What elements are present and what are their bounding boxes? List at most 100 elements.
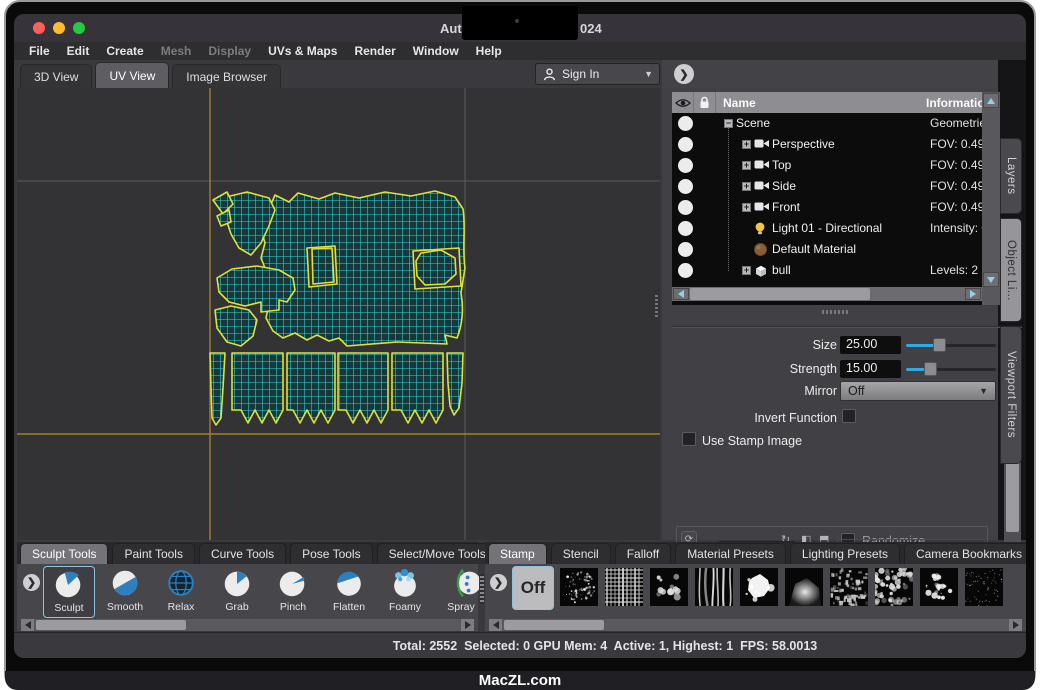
- tool-tray-scrollbar[interactable]: [21, 619, 474, 631]
- slider-thumb[interactable]: [924, 362, 937, 376]
- tool-flatten[interactable]: Flatten: [323, 566, 375, 618]
- scroll-left-button[interactable]: [673, 288, 689, 300]
- tray-tab-stencil[interactable]: Stencil: [551, 543, 611, 564]
- table-row[interactable]: +FrontFOV: 0.49: [672, 197, 982, 218]
- tab-3d-view[interactable]: 3D View: [20, 64, 92, 88]
- menu-create[interactable]: Create: [106, 44, 143, 58]
- menu-display[interactable]: Display: [208, 44, 251, 58]
- tray-tab-paint-tools[interactable]: Paint Tools: [112, 543, 194, 564]
- tray-tab-sculpt-tools[interactable]: Sculpt Tools: [20, 543, 108, 564]
- size-slider[interactable]: [906, 336, 996, 354]
- splitter-dots-handle[interactable]: [822, 310, 848, 314]
- mirror-dropdown[interactable]: Off ▼: [840, 381, 996, 401]
- menu-mesh[interactable]: Mesh: [161, 44, 192, 58]
- tray-tab-curve-tools[interactable]: Curve Tools: [199, 543, 286, 564]
- scroll-right-button[interactable]: [461, 619, 474, 631]
- expand-toggle[interactable]: +: [742, 266, 751, 275]
- table-row[interactable]: +PerspectiveFOV: 0.49: [672, 134, 982, 155]
- sign-in-button[interactable]: Sign In ▼: [535, 63, 660, 85]
- stamp-scatter-dots[interactable]: [650, 568, 688, 606]
- table-row[interactable]: +TopFOV: 0.49: [672, 155, 982, 176]
- expand-toggle[interactable]: +: [742, 161, 751, 170]
- strength-value-field[interactable]: 15.00: [840, 360, 901, 378]
- tool-relax[interactable]: Relax: [155, 566, 207, 618]
- expand-toggle[interactable]: +: [742, 140, 751, 149]
- visibility-toggle[interactable]: [678, 221, 693, 236]
- tray-splitter-handle[interactable]: [480, 574, 484, 604]
- visibility-toggle[interactable]: [678, 137, 693, 152]
- stamp-grid-pattern[interactable]: [605, 568, 643, 606]
- visibility-toggle[interactable]: [678, 200, 693, 215]
- stamp-fine-speckle[interactable]: [965, 568, 1003, 606]
- visibility-toggle[interactable]: [678, 158, 693, 173]
- stamp-tray-scrollbar[interactable]: [489, 619, 1022, 631]
- tray-tab-stamp[interactable]: Stamp: [488, 543, 547, 564]
- table-row[interactable]: Light 01 - DirectionalIntensity: 0.: [672, 218, 982, 239]
- table-row[interactable]: Default Material: [672, 239, 982, 260]
- stamp-speckle-sphere[interactable]: [560, 568, 598, 606]
- use-stamp-image-checkbox[interactable]: [682, 432, 696, 446]
- tray-tab-material-presets[interactable]: Material Presets: [675, 543, 786, 564]
- tree-vertical-scrollbar[interactable]: [982, 92, 1000, 305]
- invert-function-checkbox[interactable]: [842, 409, 856, 423]
- tool-foamy[interactable]: Foamy: [379, 566, 431, 618]
- visibility-toggle[interactable]: [678, 242, 693, 257]
- side-tab-object-li-[interactable]: Object Li...: [1000, 218, 1022, 322]
- stamp-off-button[interactable]: Off: [512, 566, 554, 610]
- tree-horizontal-scrollbar[interactable]: [672, 287, 982, 301]
- tray-tab-camera-bookmarks[interactable]: Camera Bookmarks: [904, 543, 1026, 564]
- uv-viewport[interactable]: [17, 88, 660, 540]
- panel-splitter-handle[interactable]: [655, 293, 658, 319]
- tray-expand-button[interactable]: ❯: [490, 574, 507, 591]
- menu-help[interactable]: Help: [476, 44, 502, 58]
- visibility-toggle[interactable]: [678, 116, 693, 131]
- tool-smooth[interactable]: Smooth: [99, 566, 151, 618]
- tool-pinch[interactable]: Pinch: [267, 566, 319, 618]
- panel-expand-button[interactable]: ❯: [674, 64, 694, 84]
- side-tab-viewport-filters[interactable]: Viewport Filters: [1000, 326, 1022, 464]
- scrollbar-thumb[interactable]: [504, 620, 604, 630]
- tab-image-browser[interactable]: Image Browser: [172, 64, 281, 88]
- stamp-bright-blob[interactable]: [740, 568, 778, 606]
- side-tab-layers[interactable]: Layers: [1000, 138, 1022, 214]
- menu-render[interactable]: Render: [354, 44, 395, 58]
- stamp-vertical-streaks[interactable]: [695, 568, 733, 606]
- stamp-mottled-noise[interactable]: [875, 568, 913, 606]
- table-row[interactable]: −SceneGeometries: [672, 113, 982, 134]
- stamp-splatter[interactable]: [920, 568, 958, 606]
- scroll-right-button[interactable]: [1009, 619, 1022, 631]
- table-row[interactable]: +SideFOV: 0.49: [672, 176, 982, 197]
- scrollbar-thumb[interactable]: [690, 288, 870, 300]
- collapse-toggle[interactable]: −: [724, 119, 733, 128]
- scrollbar-thumb[interactable]: [36, 620, 186, 630]
- size-value-field[interactable]: 25.00: [840, 336, 901, 354]
- tool-sculpt[interactable]: Sculpt: [43, 566, 95, 618]
- scroll-left-button[interactable]: [21, 619, 34, 631]
- visibility-toggle[interactable]: [678, 179, 693, 194]
- visibility-toggle[interactable]: [678, 263, 693, 278]
- menu-window[interactable]: Window: [413, 44, 459, 58]
- tray-tab-lighting-presets[interactable]: Lighting Presets: [790, 543, 900, 564]
- close-window-button[interactable]: [33, 22, 45, 34]
- scroll-up-button[interactable]: [983, 93, 999, 108]
- tray-tab-falloff[interactable]: Falloff: [615, 543, 671, 564]
- column-name[interactable]: Name: [716, 96, 926, 110]
- column-information[interactable]: Information: [926, 96, 982, 110]
- stamp-soft-gradient-blob[interactable]: [785, 568, 823, 606]
- tool-grab[interactable]: Grab: [211, 566, 263, 618]
- tray-tab-pose-tools[interactable]: Pose Tools: [290, 543, 372, 564]
- expand-toggle[interactable]: +: [742, 182, 751, 191]
- stamp-coarse-noise[interactable]: [830, 568, 868, 606]
- table-row[interactable]: +bullLevels: 2: [672, 260, 982, 281]
- tab-uv-view[interactable]: UV View: [95, 62, 169, 88]
- menu-edit[interactable]: Edit: [67, 44, 90, 58]
- menu-uvs-maps[interactable]: UVs & Maps: [268, 44, 337, 58]
- strength-slider[interactable]: [906, 360, 996, 378]
- tray-expand-button[interactable]: ❯: [23, 574, 40, 591]
- slider-thumb[interactable]: [933, 338, 946, 352]
- minimize-window-button[interactable]: [53, 22, 65, 34]
- scroll-right-button[interactable]: [965, 288, 981, 300]
- scroll-left-button[interactable]: [489, 619, 502, 631]
- expand-toggle[interactable]: +: [742, 203, 751, 212]
- zoom-window-button[interactable]: [73, 22, 85, 34]
